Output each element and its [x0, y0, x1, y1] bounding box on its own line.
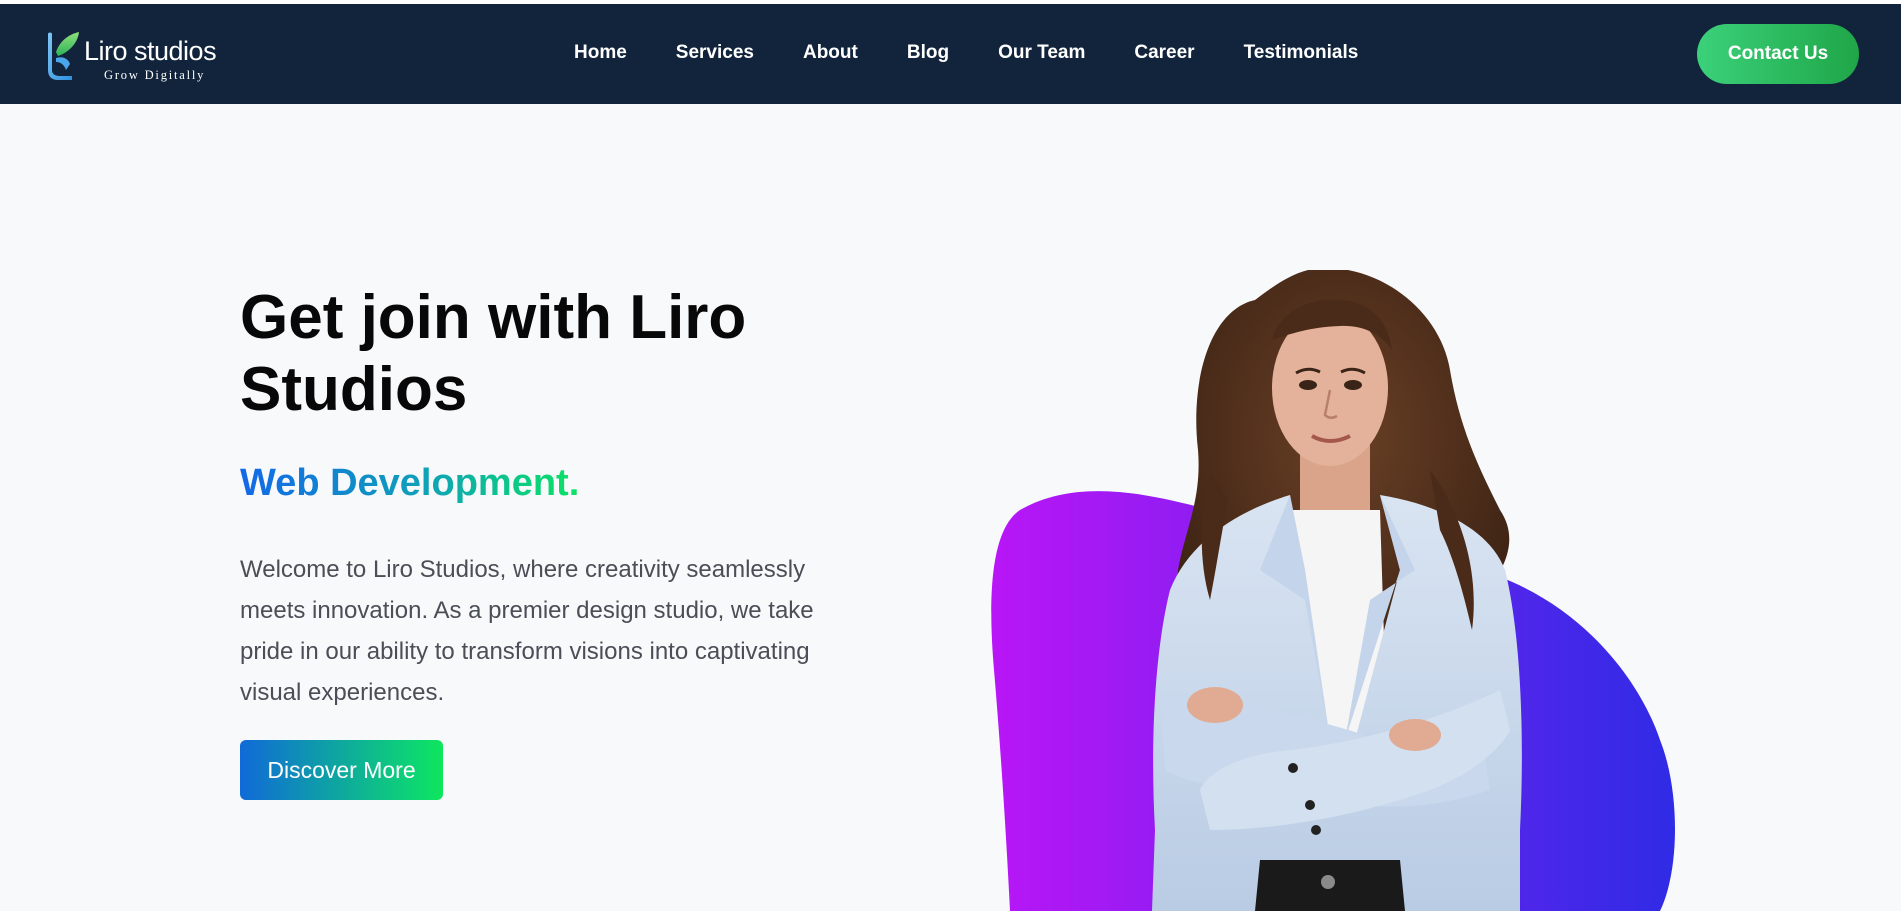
contact-us-button[interactable]: Contact Us — [1697, 24, 1859, 84]
nav-services[interactable]: Services — [676, 42, 754, 72]
navbar: Liro studios Grow Digitally Home Service… — [0, 4, 1901, 104]
liro-logo-icon — [48, 32, 79, 80]
nav-career[interactable]: Career — [1134, 42, 1194, 72]
hero-description: Welcome to Liro Studios, where creativit… — [240, 556, 814, 706]
main-nav: Home Services About Blog Our Team Career… — [574, 42, 1407, 72]
nav-home[interactable]: Home — [574, 42, 627, 72]
hero-subtitle: Web Development. — [240, 462, 580, 504]
nav-blog[interactable]: Blog — [907, 42, 949, 72]
hero-title: Get join with Liro Studios — [240, 283, 747, 424]
discover-more-button[interactable]: Discover More — [240, 740, 443, 800]
brand-name: Liro studios — [84, 36, 217, 66]
nav-about[interactable]: About — [803, 42, 858, 72]
nav-testimonials[interactable]: Testimonials — [1244, 42, 1359, 72]
hero-illustration — [991, 270, 1675, 911]
nav-our-team[interactable]: Our Team — [998, 42, 1085, 72]
brand-logo[interactable]: Liro studios Grow Digitally — [46, 30, 246, 84]
brand-tagline: Grow Digitally — [104, 68, 206, 82]
